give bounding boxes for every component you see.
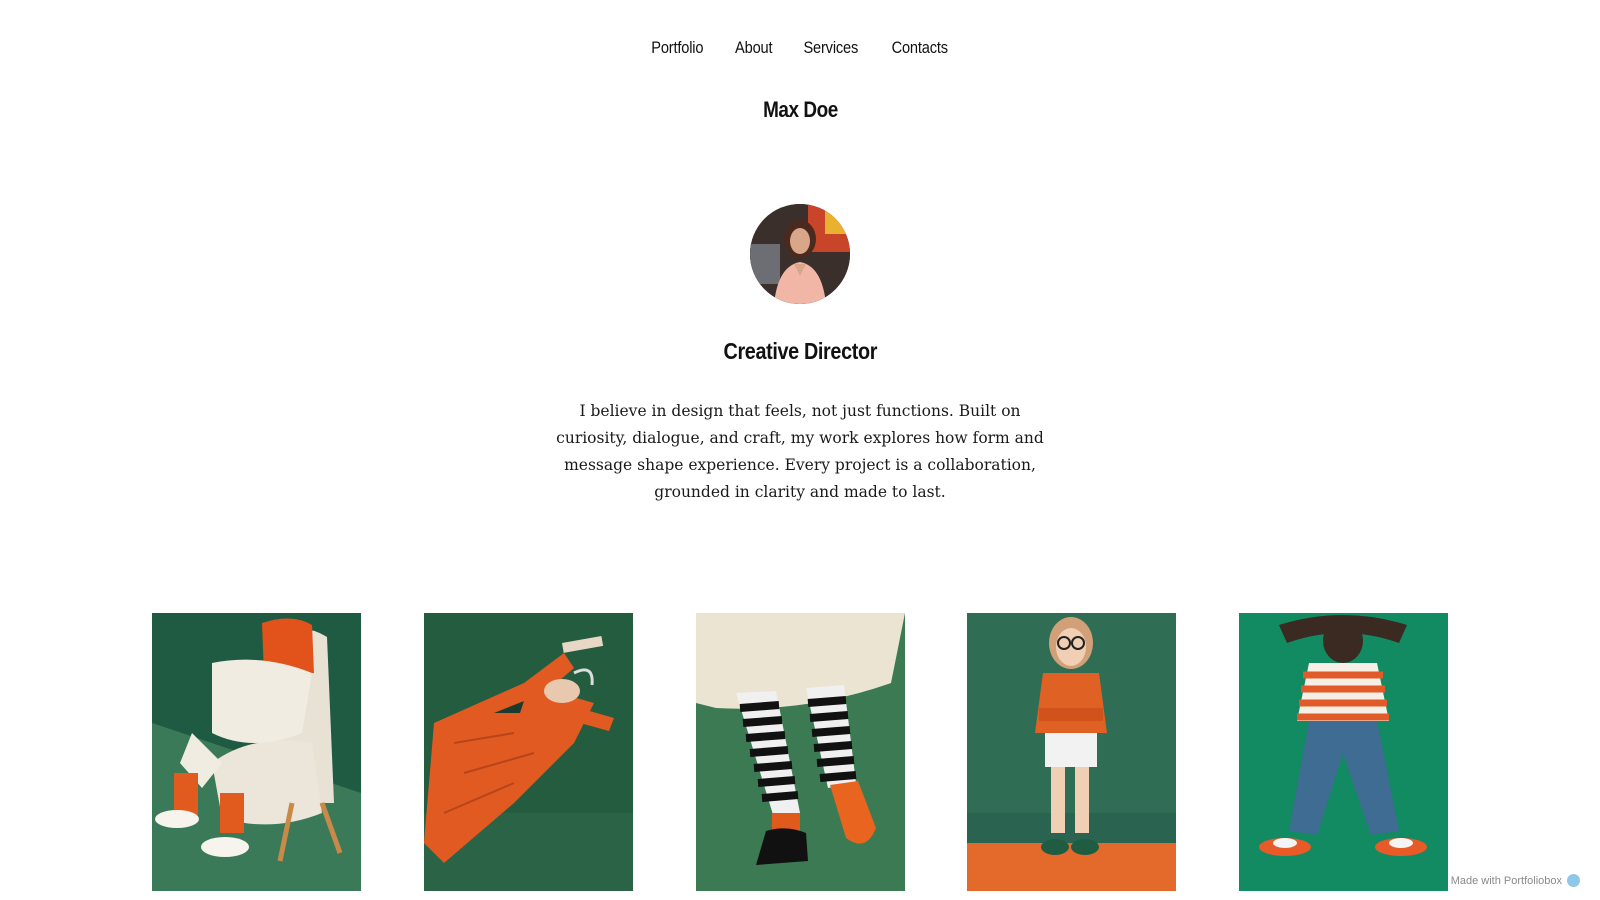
gallery-item[interactable] [1239,613,1448,891]
striped-legs-illustration [695,613,905,891]
nav-services[interactable]: Services [804,38,859,58]
figure-in-armchair-illustration [152,613,361,891]
gallery-item[interactable] [152,613,361,891]
avatar-portrait-icon [750,204,850,304]
gallery-item[interactable] [967,613,1177,891]
man-lying-down-illustration [423,613,633,891]
girl-with-glasses-illustration [967,613,1177,891]
portfoliobox-badge[interactable]: Made with Portfoliobox [1451,874,1580,887]
gallery [152,613,1448,891]
portfoliobox-logo-icon [1567,874,1580,887]
site-title-text: Max Doe [762,97,838,122]
role-heading: Creative Director [0,338,1600,365]
gallery-item[interactable] [423,613,633,891]
badge-text: Made with Portfoliobox [1450,874,1562,887]
nav-portfolio[interactable]: Portfolio [652,38,704,58]
site-title[interactable]: Max Doe [0,97,1600,123]
nav-contacts[interactable]: Contacts [892,38,949,58]
boy-hands-behind-head-illustration [1239,613,1448,891]
gallery-item[interactable] [695,613,905,891]
avatar [750,204,850,304]
role-heading-text: Creative Director [723,338,877,364]
main-nav: Portfolio About Services Contacts [0,38,1600,58]
nav-about[interactable]: About [735,38,773,58]
bio-text: I believe in design that feels, not just… [556,402,1044,501]
